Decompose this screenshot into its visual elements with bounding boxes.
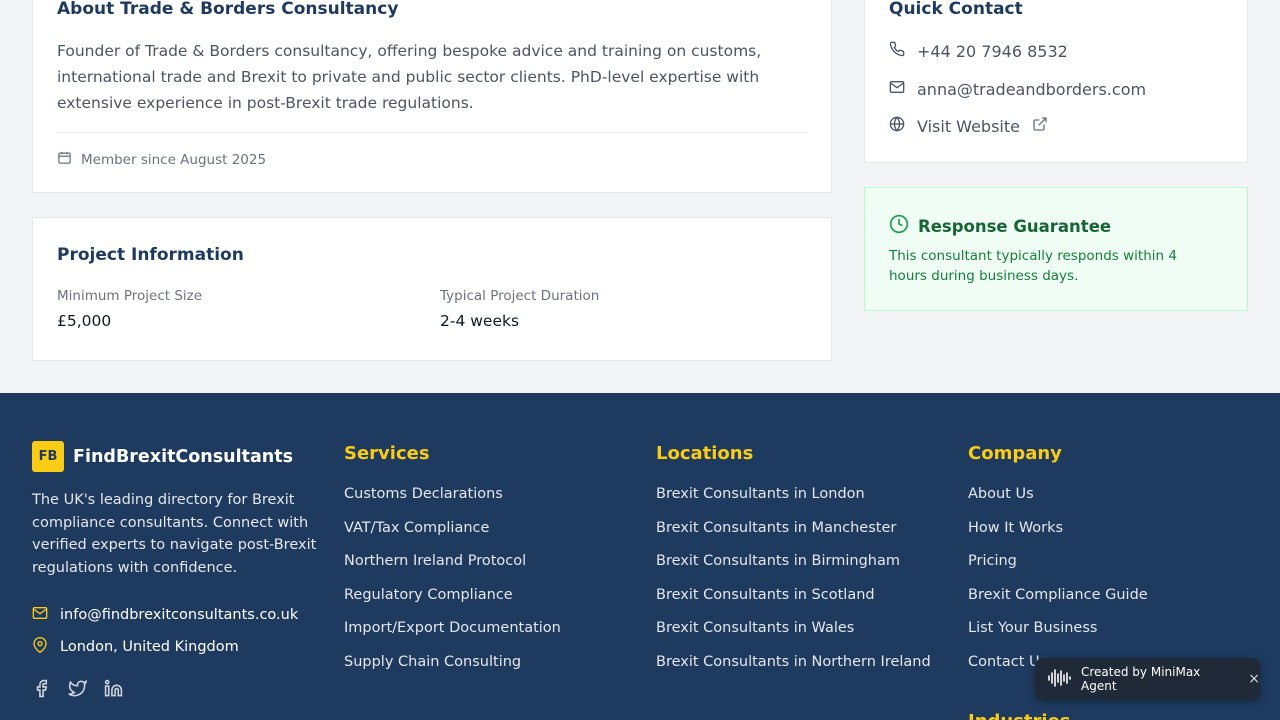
guarantee-text: This consultant typically responds withi… <box>889 248 1177 284</box>
company-heading: Company <box>968 443 1062 464</box>
guarantee-title: Response Guarantee <box>918 216 1112 236</box>
project-duration: Typical Project Duration 2-4 weeks <box>440 288 599 330</box>
company-link[interactable]: Pricing <box>968 553 1148 587</box>
brand-name: FindBrexitConsultants <box>73 446 294 467</box>
globe-icon <box>889 116 905 136</box>
profile-content: About Trade & Borders Consultancy Founde… <box>0 0 1280 393</box>
service-link[interactable]: Import/Export Documentation <box>344 620 561 654</box>
location-link[interactable]: Brexit Consultants in Northern Ireland <box>656 654 931 688</box>
footer-email[interactable]: info@findbrexitconsultants.co.uk <box>32 605 298 625</box>
min-project-size: Minimum Project Size £5,000 <box>57 288 202 330</box>
logo-badge: FB <box>32 441 64 472</box>
footer-location: London, United Kingdom <box>32 637 239 657</box>
service-link[interactable]: VAT/Tax Compliance <box>344 520 561 554</box>
twitter-icon[interactable] <box>68 679 87 698</box>
services-column: Services Customs Declarations VAT/Tax Co… <box>344 443 561 688</box>
external-link-icon <box>1032 116 1048 136</box>
service-link[interactable]: Customs Declarations <box>344 486 561 520</box>
duration-value: 2-4 weeks <box>440 312 520 330</box>
company-link[interactable]: Brexit Compliance Guide <box>968 587 1148 621</box>
min-size-value: £5,000 <box>57 312 112 330</box>
about-card: About Trade & Borders Consultancy Founde… <box>32 0 832 193</box>
map-pin-icon <box>32 637 48 657</box>
footer-email-text: info@findbrexitconsultants.co.uk <box>60 607 299 623</box>
email-text: anna@tradeandborders.com <box>917 79 1147 99</box>
facebook-icon[interactable] <box>32 679 51 698</box>
phone-link[interactable]: +44 20 7946 8532 <box>889 41 1068 61</box>
location-link[interactable]: Brexit Consultants in Manchester <box>656 520 931 554</box>
phone-icon <box>889 41 905 61</box>
about-title: About Trade & Borders Consultancy <box>57 0 399 19</box>
minimax-badge-text: Created by MiniMax Agent <box>1081 665 1201 693</box>
quick-contact-title: Quick Contact <box>889 0 1023 19</box>
member-since: Member since August 2025 <box>57 150 266 169</box>
duration-label: Typical Project Duration <box>440 288 600 304</box>
response-guarantee-card: Response Guarantee This consultant typic… <box>864 187 1248 311</box>
service-link[interactable]: Regulatory Compliance <box>344 587 561 621</box>
quick-contact-card: Quick Contact +44 20 7946 8532 anna@trad… <box>864 0 1248 163</box>
phone-text: +44 20 7946 8532 <box>917 41 1068 61</box>
min-size-label: Minimum Project Size <box>57 288 203 304</box>
location-link[interactable]: Brexit Consultants in London <box>656 486 931 520</box>
about-description: Founder of Trade & Borders consultancy, … <box>57 42 762 112</box>
location-link[interactable]: Brexit Consultants in Wales <box>656 620 931 654</box>
project-title: Project Information <box>57 245 244 265</box>
locations-column: Locations Brexit Consultants in London B… <box>656 443 931 688</box>
services-heading: Services <box>344 443 430 464</box>
service-link[interactable]: Northern Ireland Protocol <box>344 553 561 587</box>
mail-icon <box>889 79 905 99</box>
location-link[interactable]: Brexit Consultants in Birmingham <box>656 553 931 587</box>
location-link[interactable]: Brexit Consultants in Scotland <box>656 587 931 621</box>
footer-location-text: London, United Kingdom <box>60 639 239 655</box>
footer-description: The UK's leading directory for Brexit co… <box>32 492 317 576</box>
service-link[interactable]: Supply Chain Consulting <box>344 654 561 688</box>
website-text: Visit Website <box>917 116 1020 136</box>
close-icon[interactable]: × <box>1248 671 1260 687</box>
project-info-card: Project Information Minimum Project Size… <box>32 217 832 361</box>
locations-heading: Locations <box>656 443 754 464</box>
company-column: Company About Us How It Works Pricing Br… <box>968 443 1148 688</box>
website-link[interactable]: Visit Website <box>889 116 1048 136</box>
company-link[interactable]: About Us <box>968 486 1148 520</box>
company-link[interactable]: List Your Business <box>968 620 1148 654</box>
clock-icon <box>889 214 909 238</box>
about-divider <box>57 132 807 133</box>
guarantee-header: Response Guarantee <box>889 214 1111 238</box>
industries-heading: Industries <box>968 711 1071 720</box>
social-links <box>32 679 123 698</box>
email-link[interactable]: anna@tradeandborders.com <box>889 79 1146 99</box>
calendar-icon <box>57 150 72 169</box>
linkedin-icon[interactable] <box>104 679 123 698</box>
mail-icon <box>32 605 48 625</box>
company-link[interactable]: How It Works <box>968 520 1148 554</box>
waveform-icon <box>1047 668 1071 691</box>
minimax-agent-badge[interactable]: Created by MiniMax Agent × <box>1035 658 1260 700</box>
member-since-text: Member since August 2025 <box>81 151 267 168</box>
footer-brand[interactable]: FB FindBrexitConsultants <box>32 441 293 472</box>
